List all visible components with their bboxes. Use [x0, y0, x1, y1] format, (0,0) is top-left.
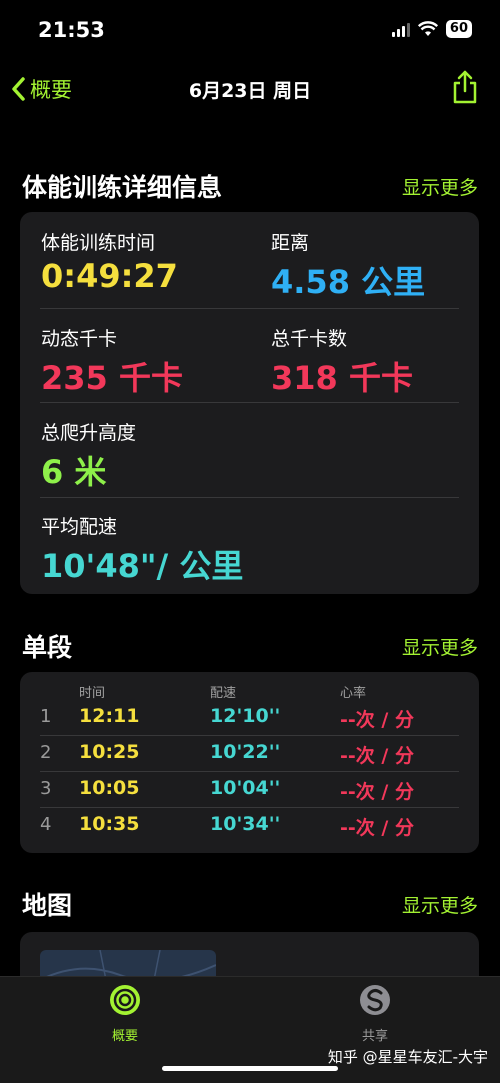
watermark-text: 知乎 @星星车友汇-大宇: [327, 1048, 488, 1066]
splits-show-more-link[interactable]: 显示更多: [402, 633, 478, 660]
elevation-label: 总爬升高度: [41, 422, 137, 444]
active-calories-metric: 动态千卡 235 千卡: [41, 324, 183, 399]
split-row: 2 10:25 10'22'' --次 / 分: [20, 736, 479, 772]
status-bar: 21:53 60: [0, 0, 500, 62]
splits-col-hr: 心率: [340, 686, 367, 701]
map-header: 地图 显示更多: [22, 886, 478, 922]
status-icons: 60: [391, 20, 472, 38]
map-title: 地图: [22, 891, 73, 920]
sharing-icon: [360, 985, 390, 1015]
duration-value: 0:49:27: [41, 257, 178, 295]
content-area[interactable]: 体能训练详细信息 显示更多 体能训练时间 0:49:27 距离 4.58 公里 …: [0, 118, 500, 992]
distance-label: 距离: [271, 232, 310, 254]
avg-pace-value: 10'48"/ 公里: [41, 547, 244, 585]
details-show-more-link[interactable]: 显示更多: [402, 173, 478, 200]
active-calories-value: 235 千卡: [41, 359, 183, 397]
split-index: 3: [40, 778, 52, 799]
split-heart-rate: --次 / 分: [340, 781, 414, 803]
split-time: 10:05: [79, 777, 140, 799]
distance-metric: 距离 4.58 公里: [271, 228, 425, 303]
split-time: 10:25: [79, 741, 140, 763]
divider: [40, 402, 459, 403]
split-time: 10:35: [79, 813, 140, 835]
split-pace: 10'34'': [210, 813, 281, 835]
split-index: 4: [40, 814, 52, 835]
distance-value: 4.58 公里: [271, 263, 426, 301]
tab-summary-label: 概要: [111, 1029, 138, 1044]
split-heart-rate: --次 / 分: [340, 745, 414, 767]
splits-col-time: 时间: [79, 686, 106, 701]
active-calories-label: 动态千卡: [41, 328, 118, 350]
page-title: 6月23日 周日: [188, 80, 312, 102]
tab-sharing-label: 共享: [361, 1029, 388, 1044]
split-heart-rate: --次 / 分: [340, 709, 414, 731]
wifi-icon: [417, 21, 438, 36]
avg-pace-label: 平均配速: [41, 516, 118, 538]
home-indicator[interactable]: [162, 1066, 338, 1071]
split-pace: 10'22'': [210, 741, 281, 763]
tab-summary[interactable]: 概要: [80, 983, 170, 1044]
details-card: 体能训练时间 0:49:27 距离 4.58 公里 动态千卡 235 千卡 总千…: [20, 212, 479, 594]
details-title: 体能训练详细信息: [22, 173, 223, 202]
duration-label: 体能训练时间: [41, 232, 156, 254]
split-pace: 12'10'': [210, 705, 281, 727]
split-heart-rate: --次 / 分: [340, 817, 414, 839]
total-calories-metric: 总千卡数 318 千卡: [271, 324, 413, 399]
total-calories-value: 318 千卡: [271, 359, 413, 397]
share-icon: [453, 70, 477, 104]
split-row: 1 12:11 12'10'' --次 / 分: [20, 700, 479, 736]
elevation-value: 6 米: [41, 453, 107, 491]
activity-rings-icon: [110, 985, 140, 1015]
status-time: 21:53: [38, 18, 105, 42]
split-row: 4 10:35 10'34'' --次 / 分: [20, 808, 479, 844]
nav-bar: 概要 6月23日 周日: [0, 62, 500, 117]
tab-sharing[interactable]: 共享: [330, 983, 420, 1044]
cellular-signal-icon: [391, 21, 410, 37]
duration-metric: 体能训练时间 0:49:27: [41, 228, 178, 295]
map-show-more-link[interactable]: 显示更多: [402, 891, 478, 918]
divider: [40, 308, 459, 309]
details-header: 体能训练详细信息 显示更多: [22, 168, 478, 204]
split-pace: 10'04'': [210, 777, 281, 799]
splits-col-pace: 配速: [210, 686, 237, 701]
divider: [40, 497, 459, 498]
split-index: 1: [40, 706, 52, 727]
split-time: 12:11: [79, 705, 140, 727]
total-calories-label: 总千卡数: [271, 328, 348, 350]
avg-pace-metric: 平均配速 10'48"/ 公里: [41, 512, 243, 587]
battery-icon: 60: [445, 20, 472, 38]
share-button[interactable]: [452, 70, 478, 108]
split-row: 3 10:05 10'04'' --次 / 分: [20, 772, 479, 808]
elevation-metric: 总爬升高度 6 米: [41, 418, 136, 493]
splits-header: 单段 显示更多: [22, 628, 478, 664]
splits-title: 单段: [22, 633, 73, 662]
splits-card: 时间 配速 心率 1 12:11 12'10'' --次 / 分 2 10:25…: [20, 672, 479, 853]
split-index: 2: [40, 742, 52, 763]
